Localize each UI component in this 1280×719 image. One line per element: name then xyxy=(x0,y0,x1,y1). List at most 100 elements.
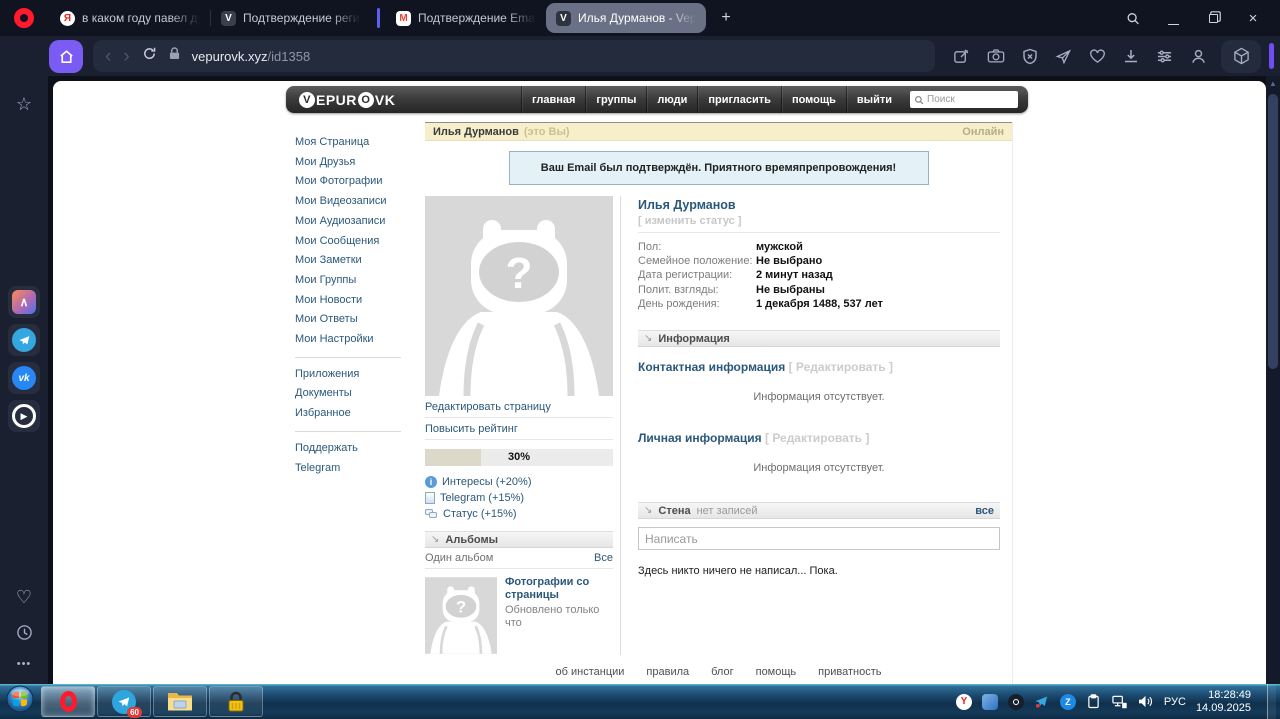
avatar-placeholder[interactable]: ? xyxy=(425,196,613,396)
menu-my-answers[interactable]: Мои Ответы xyxy=(295,310,411,330)
sidebar-toggle-bar[interactable] xyxy=(1269,43,1274,69)
albums-all-link[interactable]: Все xyxy=(594,552,613,564)
menu-my-videos[interactable]: Мои Видеозаписи xyxy=(295,192,411,212)
footer-blog[interactable]: блог xyxy=(711,666,733,678)
tray-devices-icon[interactable] xyxy=(982,694,998,710)
opera-menu-button[interactable] xyxy=(14,8,34,28)
url-field[interactable]: ‹ › vepurovk.xyz/id1358 xyxy=(93,40,935,72)
menu-my-news[interactable]: Мои Новости xyxy=(295,291,411,311)
taskbar-clock[interactable]: 18:28:49 14.09.2025 xyxy=(1196,689,1257,715)
menu-apps[interactable]: Приложения xyxy=(295,365,411,385)
tab-yandex-search[interactable]: Я в каком году павел дуро xyxy=(50,3,210,33)
close-button[interactable]: × xyxy=(1246,11,1260,25)
new-tab-button[interactable]: + xyxy=(714,6,738,30)
sidebar-app-gradient[interactable]: ∧ xyxy=(8,286,40,318)
home-button[interactable] xyxy=(49,40,83,73)
menu-donate[interactable]: Поддержать xyxy=(295,439,411,459)
flow-send-icon[interactable] xyxy=(1055,48,1072,65)
tray-steam-icon[interactable] xyxy=(1008,694,1024,710)
boost-status-link[interactable]: Статус (+15%) xyxy=(425,508,613,520)
album-title-link[interactable]: Фотографии со страницы xyxy=(505,576,613,602)
site-search-input[interactable] xyxy=(927,94,1011,105)
boost-telegram-link[interactable]: Telegram (+15%) xyxy=(425,492,613,504)
taskbar-telegram-button[interactable]: 60 xyxy=(97,686,151,717)
menu-my-notes[interactable]: Мои Заметки xyxy=(295,251,411,271)
wall-post-input[interactable] xyxy=(638,527,1000,550)
sidebar-more-dots[interactable]: ••• xyxy=(8,648,40,680)
boost-interests-link[interactable]: i Интересы (+20%) xyxy=(425,476,613,488)
tab-search-icon[interactable] xyxy=(1126,11,1140,25)
nav-main[interactable]: главная xyxy=(521,86,585,113)
show-desktop-button[interactable] xyxy=(1267,684,1276,719)
history-clock-icon[interactable] xyxy=(8,616,40,648)
footer-privacy[interactable]: приватность xyxy=(818,666,881,678)
page-scrollbar[interactable]: ▲ xyxy=(1266,76,1280,684)
menu-documents[interactable]: Документы xyxy=(295,384,411,404)
site-nav: главная группы люди пригласить помощь вы… xyxy=(521,86,902,113)
menu-favorites[interactable]: Избранное xyxy=(295,404,411,424)
site-logo[interactable]: VEPUROVK xyxy=(298,92,395,108)
extensions-cube-button[interactable] xyxy=(1221,40,1261,73)
menu-my-messages[interactable]: Мои Сообщения xyxy=(295,232,411,252)
tray-telegram-icon[interactable] xyxy=(1034,694,1050,710)
menu-my-photos[interactable]: Мои Фотографии xyxy=(295,172,411,192)
back-icon[interactable]: ‹ xyxy=(105,47,111,66)
menu-my-groups[interactable]: Мои Группы xyxy=(295,271,411,291)
menu-my-audios[interactable]: Мои Аудиозаписи xyxy=(295,212,411,232)
forward-icon[interactable]: › xyxy=(123,47,129,66)
bookmark-heart-icon[interactable] xyxy=(1089,48,1106,64)
nav-help[interactable]: помощь xyxy=(781,86,846,113)
personal-edit-link[interactable]: [ Редактировать ] xyxy=(765,431,869,445)
snapshot-camera-icon[interactable] xyxy=(987,48,1005,64)
scrollbar-up-arrow[interactable]: ▲ xyxy=(1266,79,1280,88)
language-indicator[interactable]: РУС xyxy=(1164,696,1186,708)
menu-telegram[interactable]: Telegram xyxy=(295,459,411,479)
menu-my-page[interactable]: Моя Страница xyxy=(295,133,411,153)
web-page: VEPUROVK главная группы люди пригласить … xyxy=(53,81,1266,684)
tray-z-app-icon[interactable]: Z xyxy=(1060,694,1076,710)
site-search-box[interactable] xyxy=(910,91,1018,108)
compose-icon[interactable] xyxy=(953,48,970,65)
nav-people[interactable]: люди xyxy=(646,86,697,113)
change-status-link[interactable]: [ изменить статус ] xyxy=(638,215,1000,227)
edit-page-link[interactable]: Редактировать страницу xyxy=(425,396,613,418)
profile-icon[interactable] xyxy=(1190,48,1207,65)
taskbar-opera-button[interactable] xyxy=(41,686,95,717)
tray-volume-icon[interactable] xyxy=(1138,694,1154,710)
footer-rules[interactable]: правила xyxy=(646,666,689,678)
album-thumbnail[interactable]: ? xyxy=(425,576,497,655)
scrollbar-thumb[interactable] xyxy=(1268,94,1278,369)
nav-groups[interactable]: группы xyxy=(585,86,646,113)
tray-clipboard-icon[interactable] xyxy=(1086,694,1102,710)
minimize-button[interactable] xyxy=(1166,11,1180,25)
nav-invite[interactable]: пригласить xyxy=(697,86,781,113)
start-button[interactable] xyxy=(6,685,34,718)
tray-network-icon[interactable] xyxy=(1112,694,1128,710)
tab-gmail[interactable]: M Подтверждение Email - с xyxy=(386,3,546,33)
tray-yandex-icon[interactable]: Y xyxy=(956,694,972,710)
raise-rating-link[interactable]: Повысить рейтинг xyxy=(425,418,613,440)
taskbar-lock-app-button[interactable] xyxy=(209,686,263,717)
restore-button[interactable] xyxy=(1206,11,1220,25)
settings-tweaks-icon[interactable] xyxy=(1156,49,1173,64)
tab-active-profile[interactable]: V Илья Дурманов - VepurO xyxy=(546,3,706,33)
menu-my-settings[interactable]: Мои Настройки xyxy=(295,330,411,350)
lock-icon[interactable] xyxy=(169,47,180,65)
album-item[interactable]: ? Фотографии со страницы Обновлено тольк… xyxy=(425,576,613,655)
reload-icon[interactable] xyxy=(142,46,157,66)
taskbar-explorer-button[interactable] xyxy=(153,686,207,717)
tab-registration-confirm[interactable]: V Подтверждение регистра xyxy=(211,3,371,33)
bookmarks-star-icon[interactable]: ☆ xyxy=(8,88,40,120)
menu-my-friends[interactable]: Мои Друзья xyxy=(295,153,411,173)
footer-help[interactable]: помощь xyxy=(756,666,797,678)
sidebar-app-vk[interactable]: vk xyxy=(8,362,40,394)
sidebar-app-player[interactable]: ▶ xyxy=(8,400,40,432)
downloads-icon[interactable] xyxy=(1123,48,1139,65)
adblock-shield-icon[interactable] xyxy=(1022,48,1038,65)
contact-edit-link[interactable]: [ Редактировать ] xyxy=(789,360,893,374)
footer-about[interactable]: об инстанции xyxy=(556,666,625,678)
sidebar-app-telegram[interactable] xyxy=(8,324,40,356)
nav-logout[interactable]: выйти xyxy=(846,86,902,113)
likes-heart-icon[interactable]: ♡ xyxy=(8,581,40,613)
wall-all-link[interactable]: все xyxy=(975,505,994,517)
